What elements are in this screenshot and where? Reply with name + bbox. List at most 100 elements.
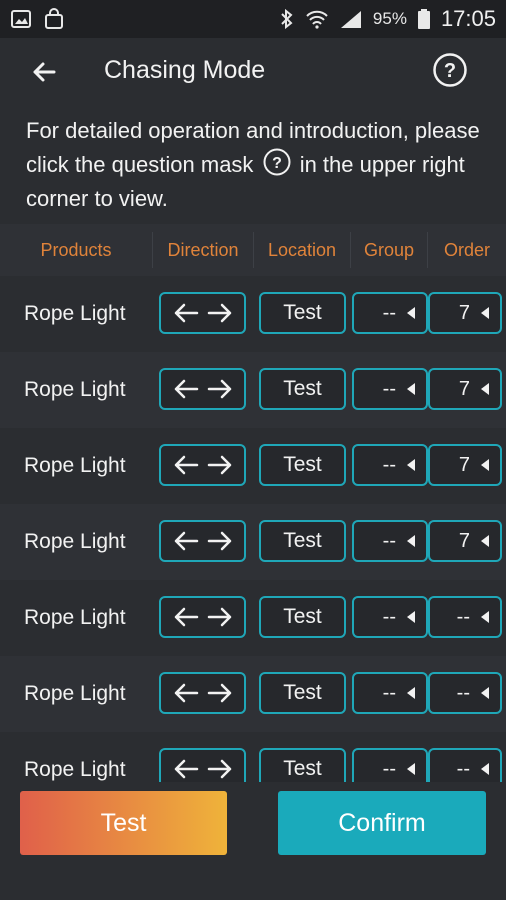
confirm-button[interactable]: Confirm bbox=[278, 791, 486, 855]
product-name: Rope Light bbox=[24, 302, 126, 325]
dropdown-triangle-icon bbox=[481, 763, 489, 775]
dropdown-triangle-icon bbox=[407, 687, 415, 699]
group-value: -- bbox=[382, 302, 396, 324]
order-select[interactable]: 7 bbox=[428, 520, 502, 562]
group-value: -- bbox=[382, 530, 396, 552]
location-test-button[interactable]: Test bbox=[259, 748, 346, 782]
table-row: Rope Light Test -- 7 bbox=[0, 276, 506, 352]
page-title: Chasing Mode bbox=[104, 56, 266, 84]
dropdown-triangle-icon bbox=[481, 687, 489, 699]
group-select[interactable]: -- bbox=[352, 444, 428, 486]
arrow-right-icon bbox=[207, 531, 231, 551]
table-row: Rope Light Test -- -- bbox=[0, 580, 506, 656]
column-header-location: Location bbox=[267, 240, 337, 260]
group-select[interactable]: -- bbox=[352, 520, 428, 562]
footer-actions: Test Confirm bbox=[0, 782, 506, 900]
arrow-left-icon bbox=[174, 683, 198, 703]
product-name: Rope Light bbox=[24, 454, 126, 477]
order-value: -- bbox=[456, 682, 470, 704]
intro-text: For detailed operation and introduction,… bbox=[26, 114, 496, 216]
arrow-left-icon bbox=[174, 759, 198, 779]
dropdown-triangle-icon bbox=[481, 459, 489, 471]
direction-toggle-button[interactable] bbox=[159, 672, 246, 714]
group-select[interactable]: -- bbox=[352, 748, 428, 782]
direction-toggle-button[interactable] bbox=[159, 368, 246, 410]
arrow-right-icon bbox=[207, 455, 231, 475]
app-bar: Chasing Mode ? bbox=[0, 38, 506, 104]
arrow-left-icon bbox=[174, 303, 198, 323]
dropdown-triangle-icon bbox=[481, 611, 489, 623]
order-value: -- bbox=[456, 606, 470, 628]
column-header-products: Products bbox=[40, 240, 112, 260]
arrow-right-icon bbox=[207, 759, 231, 779]
product-name: Rope Light bbox=[24, 378, 126, 401]
status-bar: 95% 17:05 bbox=[0, 0, 506, 38]
group-value: -- bbox=[382, 378, 396, 400]
arrow-left-icon bbox=[174, 455, 198, 475]
test-button[interactable]: Test bbox=[20, 791, 227, 855]
table-row: Rope Light Test -- 7 bbox=[0, 504, 506, 580]
location-test-button[interactable]: Test bbox=[259, 520, 346, 562]
arrow-right-icon bbox=[207, 379, 231, 399]
battery-percent: 95% bbox=[372, 9, 407, 28]
svg-text:?: ? bbox=[444, 60, 456, 82]
order-value: 7 bbox=[458, 530, 470, 552]
dropdown-triangle-icon bbox=[407, 383, 415, 395]
group-select[interactable]: -- bbox=[352, 292, 428, 334]
product-name: Rope Light bbox=[24, 606, 126, 629]
location-test-button[interactable]: Test bbox=[259, 292, 346, 334]
direction-toggle-button[interactable] bbox=[159, 520, 246, 562]
group-value: -- bbox=[382, 758, 396, 780]
dropdown-triangle-icon bbox=[481, 383, 489, 395]
order-select[interactable]: 7 bbox=[428, 444, 502, 486]
dropdown-triangle-icon bbox=[481, 535, 489, 547]
order-select[interactable]: 7 bbox=[428, 292, 502, 334]
group-value: -- bbox=[382, 682, 396, 704]
location-test-button[interactable]: Test bbox=[259, 596, 346, 638]
product-name: Rope Light bbox=[24, 682, 126, 705]
arrow-right-icon bbox=[207, 303, 231, 323]
location-test-button[interactable]: Test bbox=[259, 368, 346, 410]
table-row: Rope Light Test -- -- bbox=[0, 656, 506, 732]
location-test-button[interactable]: Test bbox=[259, 444, 346, 486]
location-test-button[interactable]: Test bbox=[259, 672, 346, 714]
direction-toggle-button[interactable] bbox=[159, 596, 246, 638]
table-row: Rope Light Test -- 7 bbox=[0, 428, 506, 504]
dropdown-triangle-icon bbox=[407, 611, 415, 623]
order-value: 7 bbox=[458, 302, 470, 324]
shopping-bag-icon bbox=[45, 8, 63, 29]
back-arrow-icon[interactable] bbox=[28, 56, 60, 88]
direction-toggle-button[interactable] bbox=[159, 444, 246, 486]
direction-toggle-button[interactable] bbox=[159, 292, 246, 334]
dropdown-triangle-icon bbox=[407, 459, 415, 471]
bluetooth-icon bbox=[281, 8, 293, 30]
svg-text:?: ? bbox=[272, 155, 282, 172]
group-select[interactable]: -- bbox=[352, 672, 428, 714]
order-select[interactable]: -- bbox=[428, 672, 502, 714]
dropdown-triangle-icon bbox=[407, 307, 415, 319]
product-table[interactable]: Rope Light Test -- 7 Rope Light Test -- … bbox=[0, 276, 506, 782]
group-value: -- bbox=[382, 606, 396, 628]
arrow-left-icon bbox=[174, 531, 198, 551]
group-select[interactable]: -- bbox=[352, 368, 428, 410]
help-inline-icon: ? bbox=[263, 148, 291, 176]
dropdown-triangle-icon bbox=[481, 307, 489, 319]
product-name: Rope Light bbox=[24, 530, 126, 553]
arrow-right-icon bbox=[207, 683, 231, 703]
order-value: 7 bbox=[458, 378, 470, 400]
column-header-direction: Direction bbox=[167, 240, 239, 260]
group-select[interactable]: -- bbox=[352, 596, 428, 638]
group-value: -- bbox=[382, 454, 396, 476]
direction-toggle-button[interactable] bbox=[159, 748, 246, 782]
gallery-icon bbox=[11, 10, 31, 28]
table-row: Rope Light Test -- 7 bbox=[0, 352, 506, 428]
order-value: -- bbox=[456, 758, 470, 780]
table-row: Rope Light Test -- -- bbox=[0, 732, 506, 782]
arrow-left-icon bbox=[174, 379, 198, 399]
help-circle-icon[interactable]: ? bbox=[432, 52, 468, 88]
order-select[interactable]: 7 bbox=[428, 368, 502, 410]
arrow-left-icon bbox=[174, 607, 198, 627]
arrow-right-icon bbox=[207, 607, 231, 627]
order-select[interactable]: -- bbox=[428, 596, 502, 638]
order-select[interactable]: -- bbox=[428, 748, 502, 782]
